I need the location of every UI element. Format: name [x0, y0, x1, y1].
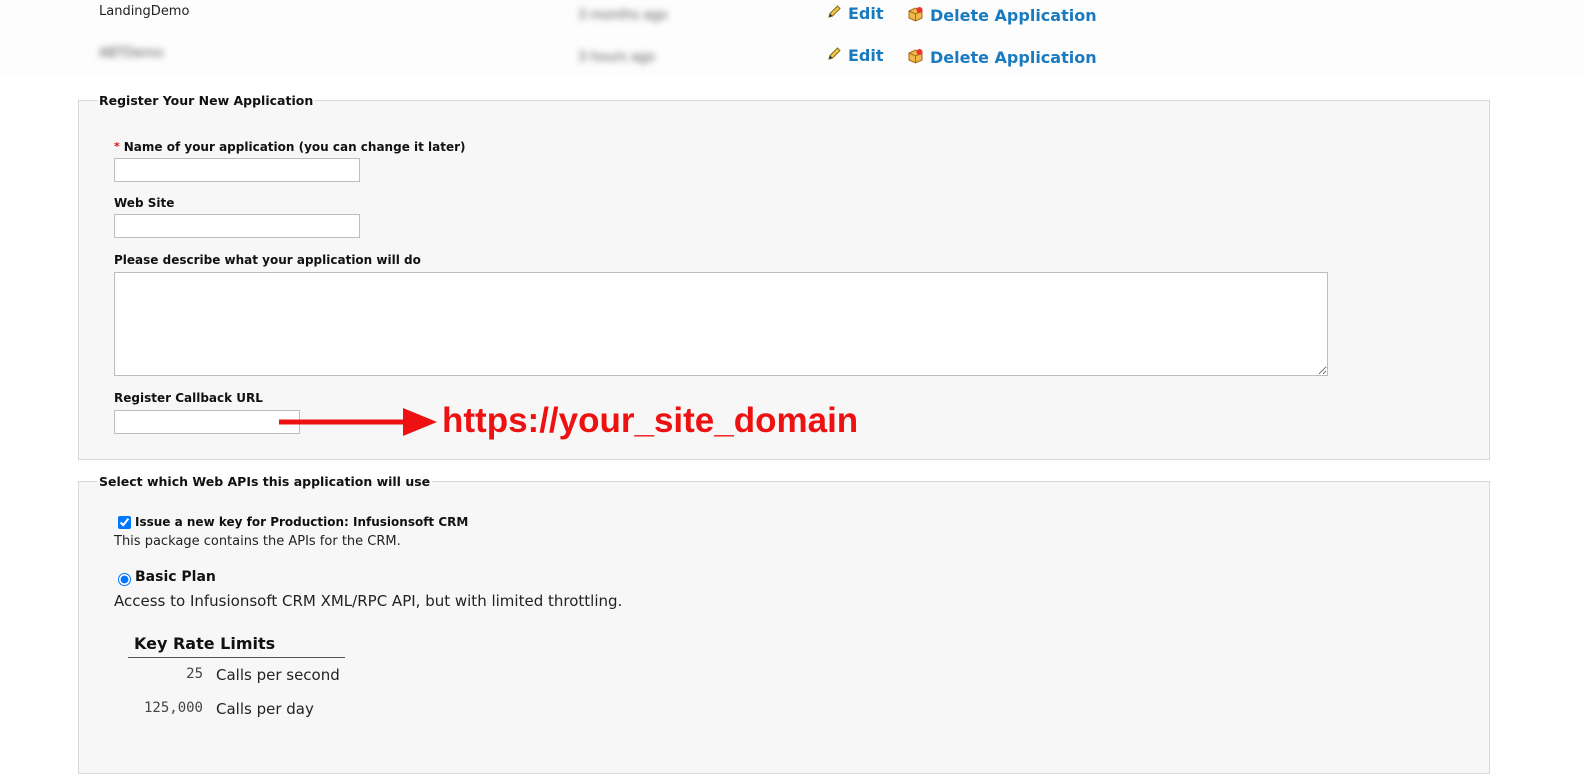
edit-label: Edit — [848, 4, 884, 23]
production-key-label: Issue a new key for Production: Infusion… — [135, 515, 469, 529]
delete-box-icon — [907, 48, 924, 69]
basic-plan-label: Basic Plan — [135, 569, 216, 585]
annotation-arrow-icon — [279, 408, 437, 436]
delete-application-link[interactable]: Delete Application — [907, 48, 1097, 69]
website-input[interactable] — [114, 214, 360, 238]
annotation-callback-hint: https://your_site_domain — [442, 401, 859, 440]
application-meta: 3 hours ago — [578, 50, 656, 65]
rate-limit-row: 25 Calls per second — [128, 666, 388, 690]
application-row: LandingDemo 3 months ago Edit Delete App… — [0, 0, 1583, 38]
register-panel-legend: Register Your New Application — [99, 93, 314, 108]
delete-label: Delete Application — [930, 48, 1097, 67]
edit-label: Edit — [848, 46, 884, 65]
app-name-input[interactable] — [114, 158, 360, 182]
package-description: This package contains the APIs for the C… — [114, 534, 401, 549]
edit-application-link[interactable]: Edit — [826, 4, 884, 24]
rate-limit-value: 25 — [186, 666, 203, 682]
callback-url-label: Register Callback URL — [114, 391, 263, 405]
rate-limit-value: 125,000 — [143, 700, 203, 716]
rate-limit-row: 125,000 Calls per day — [128, 700, 388, 724]
apis-panel-legend: Select which Web APIs this application w… — [99, 474, 431, 489]
pencil-icon — [826, 4, 842, 24]
basic-plan-radio[interactable] — [118, 573, 131, 586]
key-rate-limits-header: Key Rate Limits — [128, 634, 345, 658]
required-marker: * — [114, 140, 120, 153]
production-key-checkbox[interactable] — [118, 516, 131, 529]
website-label: Web Site — [114, 196, 175, 210]
edit-application-link[interactable]: Edit — [826, 46, 884, 66]
delete-label: Delete Application — [930, 6, 1097, 25]
application-name: ABTDemo — [99, 46, 164, 61]
description-textarea[interactable] — [114, 272, 1328, 376]
plan-description: Access to Infusionsoft CRM XML/RPC API, … — [114, 592, 623, 610]
rate-limit-unit: Calls per second — [216, 666, 340, 684]
application-row: ABTDemo 3 hours ago Edit Delete Applicat… — [0, 42, 1583, 80]
application-meta: 3 months ago — [578, 8, 668, 23]
rate-limit-unit: Calls per day — [216, 700, 314, 718]
callback-url-input[interactable] — [114, 410, 300, 434]
delete-application-link[interactable]: Delete Application — [907, 6, 1097, 27]
key-rate-limits-table: Key Rate Limits 25 Calls per second 125,… — [128, 634, 345, 718]
app-name-label: * Name of your application (you can chang… — [114, 140, 466, 154]
pencil-icon — [826, 46, 842, 66]
delete-box-icon — [907, 6, 924, 27]
application-list: LandingDemo 3 months ago Edit Delete App… — [0, 0, 1583, 76]
application-name: LandingDemo — [99, 4, 190, 19]
description-label: Please describe what your application wi… — [114, 253, 421, 267]
